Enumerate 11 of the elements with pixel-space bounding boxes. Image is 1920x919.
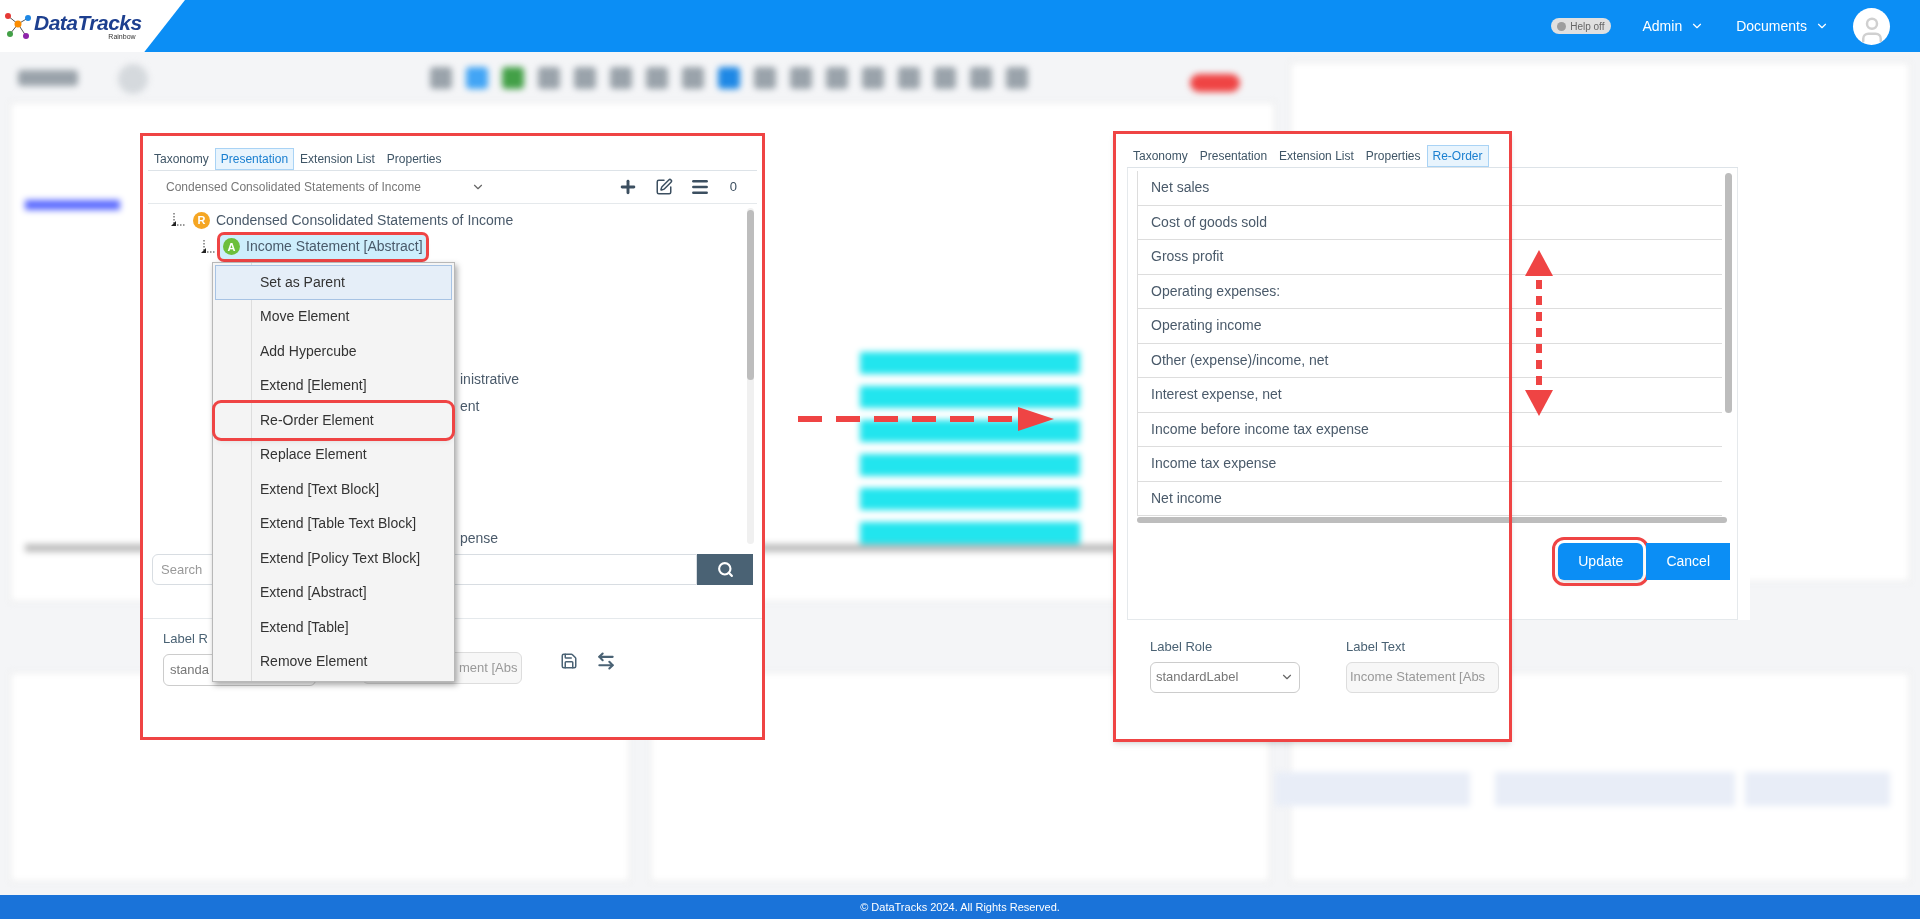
tree-node-label: ent — [460, 396, 480, 416]
copyright-text: © DataTracks 2024. All Rights Reserved. — [860, 899, 1060, 915]
tree-node-label: pense — [460, 529, 499, 548]
label-role-label: Label R — [163, 630, 209, 648]
label-text-label: Label Text — [1346, 638, 1407, 656]
label-role-label: Label Role — [1150, 638, 1214, 656]
node-type-badge: R — [193, 211, 210, 229]
tree-node-label: inistrative — [460, 370, 520, 389]
count-label: 0 — [729, 178, 737, 197]
logo-name: DataTracks — [34, 12, 142, 33]
node-type-badge: A — [223, 238, 240, 256]
